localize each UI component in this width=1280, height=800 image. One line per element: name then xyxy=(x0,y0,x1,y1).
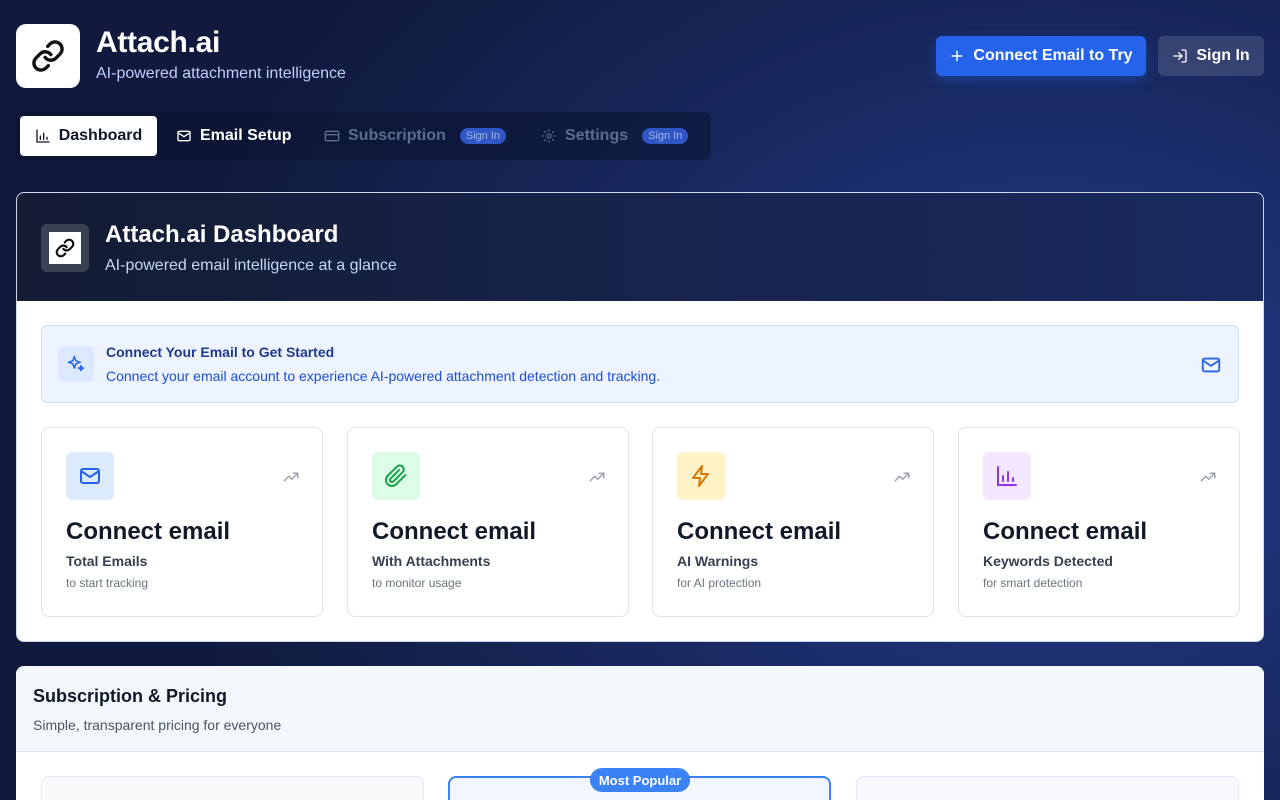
mail-icon[interactable] xyxy=(1200,354,1222,376)
stat-value: Connect email xyxy=(983,518,1148,545)
connect-email-button[interactable]: Connect Email to Try xyxy=(936,36,1146,76)
bar-chart-icon-box xyxy=(983,452,1031,500)
dashboard-subtitle: AI-powered email intelligence at a glanc… xyxy=(105,257,397,274)
sign-in-badge: Sign In xyxy=(459,128,507,144)
stat-card-ai-warnings: Connect email AI Warnings for AI protect… xyxy=(652,427,934,617)
plan-card-premium[interactable] xyxy=(856,776,1239,800)
trending-up-icon xyxy=(894,472,910,482)
login-icon xyxy=(1173,49,1187,63)
paperclip-icon-box xyxy=(372,452,420,500)
tab-label: Dashboard xyxy=(58,127,143,144)
sign-in-button[interactable]: Sign In xyxy=(1158,36,1264,76)
stat-card-total-emails: Connect email Total Emails to start trac… xyxy=(41,427,323,617)
plus-icon xyxy=(952,50,963,62)
tab-email-setup[interactable]: Email Setup xyxy=(176,116,292,156)
trending-up-icon xyxy=(1200,472,1216,482)
main-tabs: Dashboard Email Setup Subscription Sign … xyxy=(16,112,711,160)
credit-card-icon xyxy=(324,130,340,142)
connect-email-label: Connect Email to Try xyxy=(973,47,1133,64)
stat-label: Total Emails xyxy=(66,553,148,569)
gear-icon xyxy=(542,129,556,143)
lightning-icon-box xyxy=(677,452,725,500)
app-title: Attach.ai xyxy=(96,26,220,59)
dashboard-card: Attach.ai Dashboard AI-powered email int… xyxy=(16,192,1264,642)
mail-icon xyxy=(177,130,191,142)
subscription-title: Subscription & Pricing xyxy=(33,686,228,706)
tab-subscription[interactable]: Subscription Sign In xyxy=(324,116,507,156)
stat-card-keywords: Connect email Keywords Detected for smar… xyxy=(958,427,1240,617)
trending-up-icon xyxy=(589,472,605,482)
subscription-subtitle: Simple, transparent pricing for everyone xyxy=(33,717,282,733)
stat-hint: for AI protection xyxy=(677,576,762,590)
paperclip-icon xyxy=(385,464,407,487)
stat-value: Connect email xyxy=(372,518,537,545)
sparkles-icon-box xyxy=(58,346,94,382)
tab-settings[interactable]: Settings Sign In xyxy=(541,116,689,156)
tab-dashboard[interactable]: Dashboard xyxy=(20,116,157,156)
bar-chart-icon xyxy=(997,466,1017,486)
stat-value: Connect email xyxy=(66,518,231,545)
plan-card-free[interactable] xyxy=(41,776,424,800)
connect-email-notice: Connect Your Email to Get Started Connec… xyxy=(41,325,1239,403)
dashboard-title: Attach.ai Dashboard xyxy=(105,221,339,248)
tab-label: Email Setup xyxy=(200,127,292,144)
tab-label: Subscription xyxy=(348,127,446,144)
subscription-header: Subscription & Pricing Simple, transpare… xyxy=(16,666,1264,752)
stat-label: AI Warnings xyxy=(677,553,759,569)
sign-in-label: Sign In xyxy=(1196,47,1250,64)
notice-text: Connect your email account to experience… xyxy=(106,368,661,384)
stat-label: With Attachments xyxy=(372,553,491,569)
stat-label: Keywords Detected xyxy=(983,553,1113,569)
app-subtitle: AI-powered attachment intelligence xyxy=(96,65,346,82)
link-icon xyxy=(55,238,75,258)
app-logo xyxy=(16,24,80,88)
notice-title: Connect Your Email to Get Started xyxy=(106,344,335,360)
stat-card-attachments: Connect email With Attachments to monito… xyxy=(347,427,629,617)
bar-chart-icon xyxy=(36,129,50,143)
most-popular-badge: Most Popular xyxy=(590,768,690,792)
mail-icon xyxy=(80,468,100,484)
sign-in-badge: Sign In xyxy=(642,128,689,144)
stat-hint: to monitor usage xyxy=(372,576,462,590)
sparkles-icon xyxy=(67,355,85,372)
stat-hint: for smart detection xyxy=(983,576,1083,590)
trending-up-icon xyxy=(283,472,299,482)
link-icon xyxy=(32,40,64,72)
tab-label: Settings xyxy=(565,127,629,144)
lightning-icon xyxy=(692,465,709,487)
dashboard-logo xyxy=(41,224,89,272)
stat-value: Connect email xyxy=(677,518,842,545)
mail-icon-box xyxy=(66,452,114,500)
dashboard-header: Attach.ai Dashboard AI-powered email int… xyxy=(17,193,1263,301)
stat-hint: to start tracking xyxy=(66,576,149,590)
